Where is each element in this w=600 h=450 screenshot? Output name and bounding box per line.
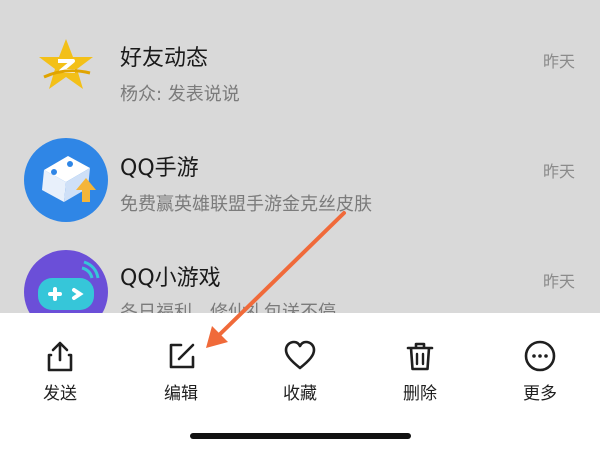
more-button[interactable]: 更多 <box>500 339 580 404</box>
chat-time: 昨天 <box>542 272 575 291</box>
chat-subtitle: 冬日福利，修仙礼包送不停 <box>120 302 336 313</box>
chat-item-qq-mobile-games[interactable]: QQ手游 免费赢英雄联盟手游金克丝皮肤 昨天 <box>0 110 600 222</box>
send-label: 发送 <box>43 384 77 404</box>
chat-title: QQ手游 <box>120 156 199 181</box>
chat-list: 好友动态 杨众: 发表说说 昨天 QQ手游 免费赢英雄联盟手游金克丝皮肤 昨天 <box>0 0 600 313</box>
action-toolbar: 发送 编辑 收藏 删除 更多 <box>0 313 600 450</box>
favorite-label: 收藏 <box>283 384 317 404</box>
qzone-star-icon <box>24 23 108 107</box>
edit-icon <box>141 339 221 373</box>
chat-time: 昨天 <box>542 162 575 181</box>
favorite-button[interactable]: 收藏 <box>260 339 340 404</box>
delete-button[interactable]: 删除 <box>380 339 460 404</box>
share-icon <box>20 339 100 373</box>
more-icon <box>500 339 580 373</box>
chat-title: QQ小游戏 <box>120 266 221 291</box>
chat-title: 好友动态 <box>120 46 209 71</box>
trash-icon <box>380 339 460 373</box>
qq-mobile-games-icon <box>24 138 108 222</box>
chat-subtitle: 杨众: 发表说说 <box>120 84 240 105</box>
more-label: 更多 <box>523 384 557 404</box>
chat-subtitle: 免费赢英雄联盟手游金克丝皮肤 <box>120 194 372 215</box>
heart-icon <box>260 339 340 373</box>
delete-label: 删除 <box>403 384 437 404</box>
gamepad-icon <box>24 250 108 313</box>
home-indicator <box>190 433 411 439</box>
send-button[interactable]: 发送 <box>20 339 100 404</box>
edit-button[interactable]: 编辑 <box>141 339 221 404</box>
chat-item-friend-feed[interactable]: 好友动态 杨众: 发表说说 昨天 <box>0 0 600 110</box>
chat-item-qq-mini-games[interactable]: QQ小游戏 冬日福利，修仙礼包送不停 昨天 <box>0 220 600 313</box>
chat-time: 昨天 <box>542 52 575 71</box>
edit-label: 编辑 <box>164 384 198 404</box>
